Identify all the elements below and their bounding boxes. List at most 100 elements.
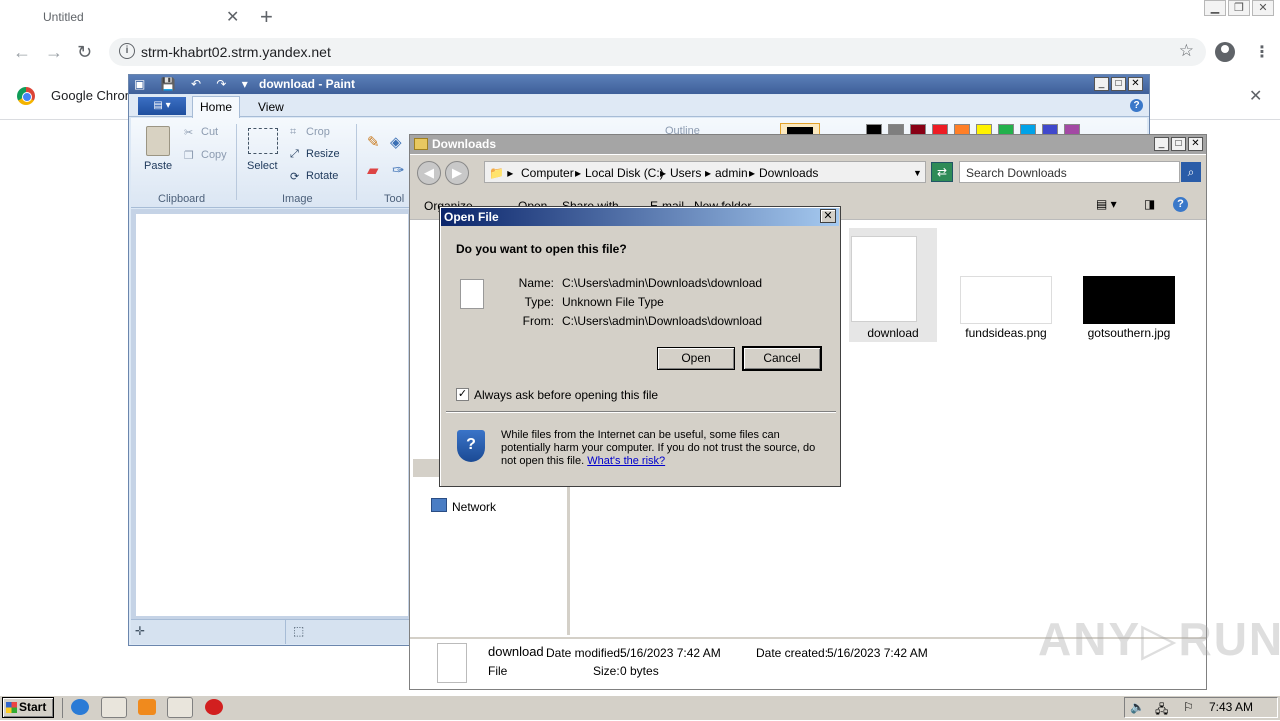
watermark-logo: ANY▷RUN [1038,613,1280,665]
image-thumbnail-gotsouthern[interactable] [1083,276,1175,324]
tools-group-label: Tool [384,193,405,205]
picker-icon[interactable]: ✑ [392,161,405,179]
views-icon[interactable]: ▤ ▾ [1096,197,1117,211]
select-button[interactable]: Select [247,160,278,172]
crop-icon[interactable]: ⌗ [290,126,296,139]
security-warning: While files from the Internet can be use… [501,429,831,468]
copy-icon[interactable]: ❐ [184,149,194,162]
copy-button[interactable]: Copy [201,149,227,161]
resize-button[interactable]: Resize [306,148,340,160]
help-icon[interactable]: ? [1130,99,1143,112]
cut-icon[interactable]: ✂ [184,126,193,139]
explorer-address-bar[interactable]: 📁 ▸ Computer ▸ Local Disk (C:) ▸ Users ▸… [484,161,926,183]
menu-kebab-icon[interactable]: ⋮ [1254,42,1270,62]
media-player-icon[interactable] [138,699,156,715]
crop-button[interactable]: Crop [306,126,330,138]
paste-icon[interactable] [146,126,170,156]
breadcrumb-sep[interactable]: ▸ [705,166,711,180]
always-ask-label[interactable]: Always ask before opening this file [474,388,658,402]
breadcrumb-local-disk[interactable]: Local Disk (C:) [585,166,664,180]
bookmark-star-icon[interactable]: ☆ [1179,41,1194,61]
paint-canvas[interactable] [136,214,408,616]
infobar-close-icon[interactable]: ✕ [1249,86,1262,106]
breadcrumb-sep[interactable]: ▸ [660,166,666,180]
dialog-title: Open File [444,210,499,224]
back-icon[interactable]: ← [13,42,31,63]
address-dropdown-icon[interactable]: ▼ [913,168,922,178]
forward-icon[interactable]: → [45,42,63,63]
search-icon[interactable]: ⌕ [1181,162,1201,182]
taskbar-separator [62,698,63,718]
explorer-forward-icon[interactable]: ▶ [445,161,469,185]
search-input[interactable]: Search Downloads [959,161,1180,183]
minimize-icon[interactable]: ▁ [1204,0,1226,16]
paste-button[interactable]: Paste [144,160,172,172]
close-icon[interactable]: ✕ [1252,0,1274,16]
start-button[interactable]: Start [2,697,54,718]
address-bar[interactable]: i strm-khabrt02.strm.yandex.net ☆ [109,38,1206,66]
refresh-icon[interactable]: ⇄ [931,162,953,182]
dialog-close-icon[interactable]: ✕ [820,209,836,223]
volume-icon[interactable]: 🔈 [1130,700,1145,714]
rotate-button[interactable]: Rotate [306,170,338,182]
browser-tab[interactable]: Untitled ✕ [0,0,250,34]
dialog-titlebar[interactable]: Open File [441,208,839,226]
breadcrumb-users[interactable]: Users [670,166,701,180]
fill-icon[interactable]: ◈ [390,133,402,151]
quick-access-toolbar[interactable]: ▣ 💾 ↶ ↷ ▾ [134,77,254,91]
eraser-icon[interactable]: ▰ [367,161,379,179]
cut-button[interactable]: Cut [201,126,218,138]
tab-view[interactable]: View [258,100,284,114]
ie-icon[interactable] [71,699,89,715]
explorer-titlebar[interactable]: Downloads _ □ ✕ [410,135,1206,154]
rotate-icon[interactable]: ⟳ [290,170,299,183]
flag-icon[interactable]: ⚐ [1183,700,1194,714]
tab-home[interactable]: Home [192,96,240,118]
paint-maximize-icon[interactable]: □ [1111,77,1126,91]
restore-icon[interactable]: ❐ [1228,0,1250,16]
explorer-taskbar-icon[interactable] [101,697,127,718]
cancel-button[interactable]: Cancel [743,347,821,370]
explorer-back-icon[interactable]: ◀ [417,161,441,185]
explorer-help-icon[interactable]: ? [1173,197,1188,212]
new-tab-icon[interactable]: + [260,4,273,30]
profile-avatar-icon[interactable] [1215,42,1235,62]
explorer-close-icon[interactable]: ✕ [1188,137,1203,151]
file-name: download [867,326,919,340]
file-item-gotsouthern[interactable]: gotsouthern.jpg [1073,326,1185,340]
paint-titlebar[interactable]: ▣ 💾 ↶ ↷ ▾ download - Paint _ □ ✕ [129,75,1149,94]
explorer-minimize-icon[interactable]: _ [1154,137,1169,151]
always-ask-checkbox[interactable]: ✓ [456,388,469,401]
chrome-logo-icon [17,87,35,105]
site-info-icon[interactable]: i [119,43,135,59]
image-thumbnail-fundsideas[interactable] [960,276,1052,324]
reload-icon[interactable]: ↻ [77,42,92,63]
breadcrumb-downloads[interactable]: Downloads [759,166,818,180]
clock: 7:43 AM [1209,700,1254,714]
chrome-taskbar-icon[interactable] [167,697,193,718]
breadcrumb-computer[interactable]: Computer [521,166,574,180]
file-item-fundsideas[interactable]: fundsideas.png [950,326,1062,340]
infobar-text: Google Chrom [51,88,136,103]
preview-pane-icon[interactable]: ◨ [1144,197,1155,211]
nav-item-network[interactable]: Network [452,500,496,514]
tab-close-icon[interactable]: ✕ [226,7,239,27]
breadcrumb-sep[interactable]: ▸ [749,166,755,180]
details-created-value: 5/16/2023 7:42 AM [827,646,928,660]
paint-close-icon[interactable]: ✕ [1128,77,1143,91]
network-tray-icon[interactable]: 🖧 [1155,700,1168,721]
paint-menu-button[interactable]: ▤ ▾ [138,97,186,115]
resize-icon[interactable]: ⤢ [290,148,299,161]
whats-the-risk-link[interactable]: What's the risk? [587,455,665,467]
address-folder-icon: 📁 ▸ [489,166,514,180]
explorer-maximize-icon[interactable]: □ [1171,137,1186,151]
breadcrumb-admin[interactable]: admin [715,166,748,180]
select-icon[interactable] [248,128,278,154]
paint-minimize-icon[interactable]: _ [1094,77,1109,91]
folder-icon [414,138,428,150]
breadcrumb-sep[interactable]: ▸ [575,166,581,180]
pencil-icon[interactable]: ✎ [367,133,380,151]
details-size-label: Size: [593,664,620,678]
stop-icon[interactable] [205,699,223,715]
open-button[interactable]: Open [657,347,735,370]
